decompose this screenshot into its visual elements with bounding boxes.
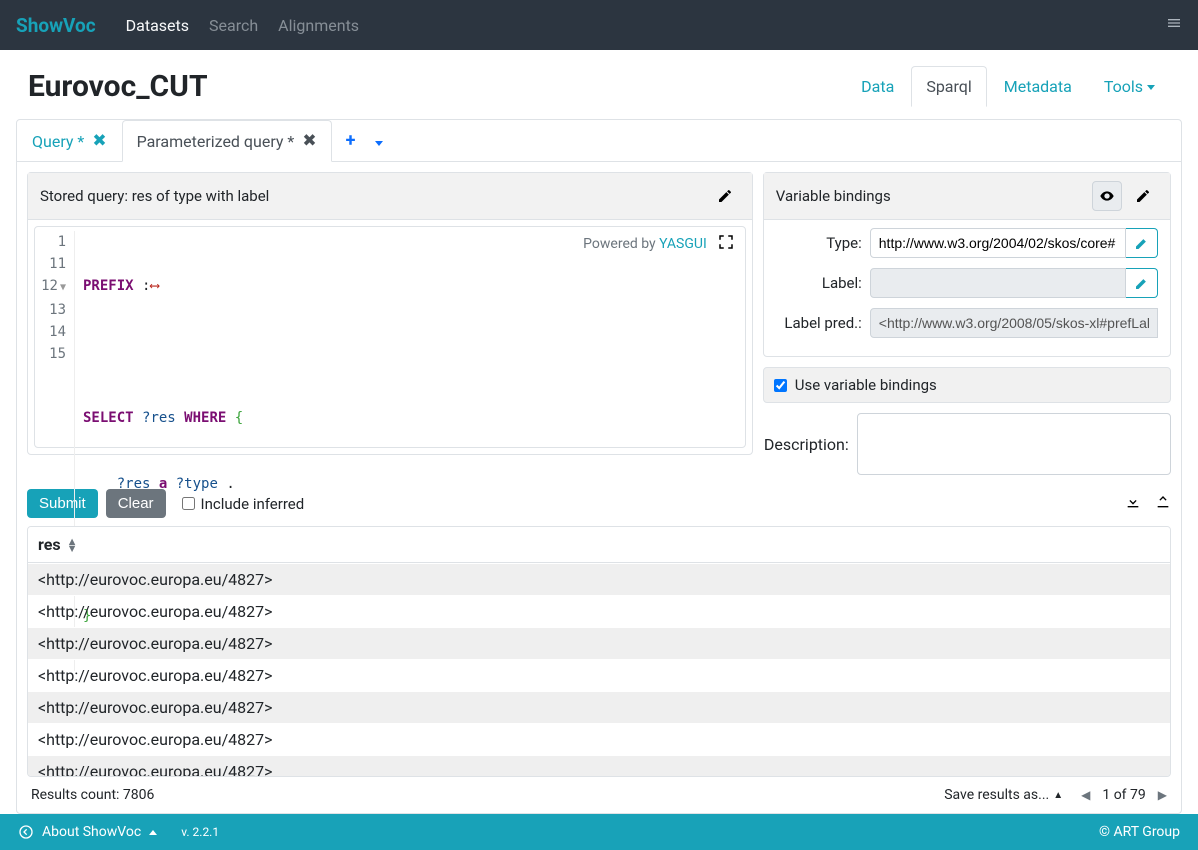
pager: ◀ 1 of 79 ▶ — [1081, 787, 1167, 803]
toggle-visibility-button[interactable] — [1092, 181, 1122, 211]
workspace: Query * ✖ Parameterized query * ✖ + Stor… — [16, 119, 1182, 814]
top-navbar: ShowVoc Datasets Search Alignments — [0, 0, 1198, 50]
query-tab-1-label: Query * — [32, 132, 84, 151]
tab-menu-button[interactable] — [369, 123, 389, 158]
yasgui-link[interactable]: YASGUI — [659, 236, 707, 252]
bindings-title: Variable bindings — [776, 187, 891, 205]
about-button[interactable]: About ShowVoc — [18, 824, 157, 840]
expand-icon[interactable] — [717, 233, 735, 255]
powered-by-label: Powered by YASGUI — [583, 236, 707, 252]
results-header[interactable]: res ▲▼ — [28, 527, 1170, 563]
query-tabs: Query * ✖ Parameterized query * ✖ + — [17, 120, 1181, 162]
result-row[interactable]: <http://eurovoc.europa.eu/4827> — [28, 755, 1170, 777]
page-header: Eurovoc_CUT Data Sparql Metadata Tools — [0, 50, 1198, 119]
bindings-column: Variable bindings Type: — [763, 172, 1171, 475]
label-label: Label: — [776, 274, 862, 292]
edit-stored-query-button[interactable] — [710, 181, 740, 211]
tab-sparql[interactable]: Sparql — [911, 66, 986, 107]
menu-icon[interactable] — [1166, 15, 1182, 35]
variable-bindings-panel: Variable bindings Type: — [763, 172, 1171, 357]
prev-page-button[interactable]: ◀ — [1081, 788, 1090, 802]
brand-logo[interactable]: ShowVoc — [16, 14, 96, 37]
stored-query-panel: Stored query: res of type with label Pow… — [27, 172, 753, 455]
editor-column: Stored query: res of type with label Pow… — [27, 172, 753, 475]
fold-icon[interactable]: ▼ — [60, 282, 66, 293]
app-footer: About ShowVoc v. 2.2.1 © ART Group — [0, 814, 1198, 850]
download-icon[interactable] — [1125, 494, 1141, 514]
nav-alignments[interactable]: Alignments — [268, 4, 369, 47]
results-footer: Results count: 7806 Save results as...▲ … — [17, 783, 1181, 813]
close-icon[interactable]: ✖ — [92, 131, 106, 151]
results-table[interactable]: res ▲▼ <http://eurovoc.europa.eu/4827><h… — [27, 526, 1171, 777]
query-tab-2[interactable]: Parameterized query * ✖ — [122, 120, 332, 162]
sort-icon[interactable]: ▲▼ — [67, 538, 78, 552]
result-row[interactable]: <http://eurovoc.europa.eu/4827> — [28, 691, 1170, 723]
page-tabs: Data Sparql Metadata Tools — [846, 66, 1170, 107]
upload-icon[interactable] — [1155, 494, 1171, 514]
column-res[interactable]: res — [38, 535, 61, 554]
use-bindings-label: Use variable bindings — [795, 376, 937, 394]
copyright-label: © ART Group — [1099, 824, 1180, 840]
sparql-editor[interactable]: Powered by YASGUI 1 11 12▼ 13 14 15 — [34, 226, 746, 448]
save-results-button[interactable]: Save results as...▲ — [944, 787, 1063, 803]
edit-type-button[interactable] — [1126, 228, 1158, 258]
chevron-down-icon — [1147, 85, 1155, 90]
result-row[interactable]: <http://eurovoc.europa.eu/4827> — [28, 595, 1170, 627]
type-label: Type: — [776, 234, 862, 252]
query-tab-2-label: Parameterized query * — [137, 132, 295, 151]
description-textarea[interactable] — [857, 413, 1171, 475]
use-bindings-row[interactable]: Use variable bindings — [763, 367, 1171, 403]
tab-metadata[interactable]: Metadata — [989, 66, 1087, 107]
label-input[interactable] — [870, 268, 1126, 298]
labelpred-input — [870, 308, 1158, 338]
query-tab-1[interactable]: Query * ✖ — [17, 120, 122, 162]
version-label: v. 2.2.1 — [181, 825, 219, 839]
edit-label-button[interactable] — [1126, 268, 1158, 298]
tab-tools[interactable]: Tools — [1089, 66, 1170, 107]
page-indicator: 1 of 79 — [1102, 787, 1145, 803]
next-page-button[interactable]: ▶ — [1158, 788, 1167, 802]
query-body: Stored query: res of type with label Pow… — [17, 162, 1181, 485]
results-count: Results count: 7806 — [31, 787, 154, 803]
nav-datasets[interactable]: Datasets — [116, 4, 199, 47]
type-input[interactable] — [870, 228, 1126, 258]
tab-data[interactable]: Data — [846, 66, 909, 107]
stored-query-title: Stored query: res of type with label — [40, 187, 269, 205]
description-label: Description: — [763, 435, 849, 454]
labelpred-label: Label pred.: — [776, 314, 862, 332]
result-row[interactable]: <http://eurovoc.europa.eu/4827> — [28, 627, 1170, 659]
result-row[interactable]: <http://eurovoc.europa.eu/4827> — [28, 659, 1170, 691]
close-icon[interactable]: ✖ — [302, 131, 316, 151]
page-title: Eurovoc_CUT — [28, 69, 208, 104]
add-tab-button[interactable]: + — [332, 122, 370, 159]
chevron-up-icon — [149, 830, 157, 835]
chevron-down-icon — [375, 141, 383, 146]
edit-bindings-button[interactable] — [1128, 181, 1158, 211]
result-row[interactable]: <http://eurovoc.europa.eu/4827> — [28, 563, 1170, 595]
nav-search[interactable]: Search — [199, 4, 268, 47]
use-bindings-checkbox[interactable] — [774, 379, 787, 392]
result-row[interactable]: <http://eurovoc.europa.eu/4827> — [28, 723, 1170, 755]
